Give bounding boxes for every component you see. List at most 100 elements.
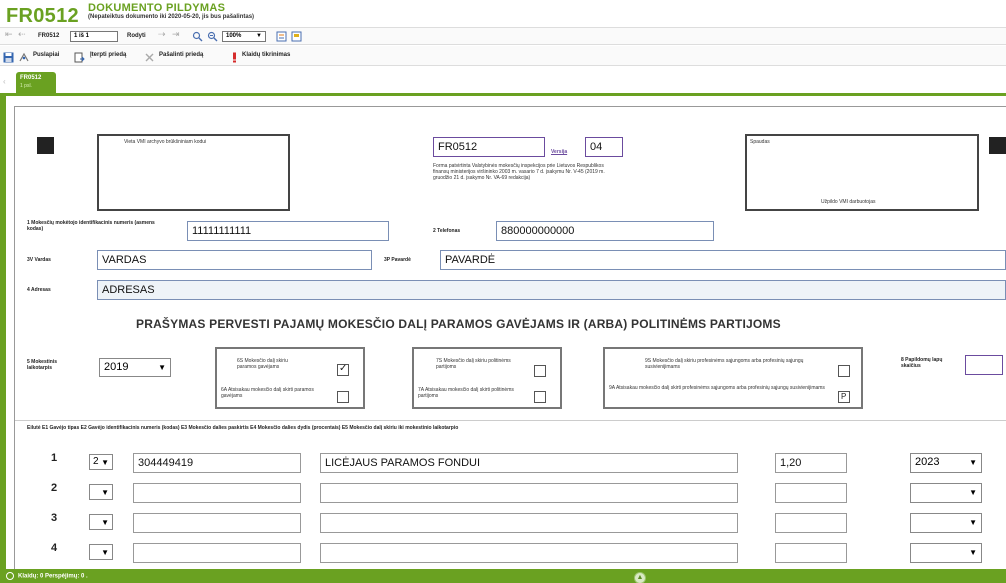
g7s-label: 7S Mokesčio dalį skiriu politinėms parti…	[436, 358, 511, 370]
g9a-checkbox[interactable]: P	[838, 391, 850, 403]
recipient-name-field[interactable]	[320, 513, 738, 533]
error-check-icon[interactable]	[229, 50, 240, 68]
prev-page-icon[interactable]: ⇠	[18, 29, 26, 40]
recipient-code-field[interactable]	[133, 543, 301, 563]
percent-field[interactable]	[775, 513, 847, 533]
percent-field[interactable]: 1,20	[775, 453, 847, 473]
alignment-mark-right	[989, 137, 1006, 154]
recipient-code-field[interactable]	[133, 513, 301, 533]
stamp-label: Spaudas	[750, 139, 770, 145]
next-page-icon[interactable]: ⇢	[158, 29, 166, 40]
save-icon[interactable]	[3, 50, 14, 68]
last-page-icon[interactable]: ⇥	[172, 29, 180, 40]
form-code-field[interactable]: FR0512	[433, 137, 545, 157]
phone-field[interactable]: 880000000000	[496, 221, 714, 241]
check-icon: ✓	[339, 363, 348, 374]
chevron-down-icon: ▼	[969, 518, 977, 527]
form-code-title: FR0512	[6, 5, 79, 27]
address-field[interactable]: ADRESAS	[97, 280, 1006, 300]
zoom-out-icon[interactable]	[207, 31, 218, 42]
request-heading: PRAŠYMAS PERVESTI PAJAMŲ MOKESČIO DALĮ P…	[136, 317, 781, 331]
print-preview-icon[interactable]	[276, 31, 287, 42]
g7s-checkbox[interactable]	[534, 365, 546, 377]
navigation-toolbar: ⇤ ⇠ FR0512 1 iš 1 Rodyti ⇢ ⇥ 100% ▼	[0, 27, 1006, 45]
insert-attachment-button[interactable]: Įterpti priedą	[90, 52, 126, 58]
error-check-button[interactable]: Klaidų tikrinimas	[242, 52, 290, 58]
chevron-down-icon: ▼	[101, 548, 109, 557]
form-approval-text: Forma patvirtinta Valstybinės mokesčių i…	[433, 163, 605, 181]
recipient-name-field[interactable]: LICĖJAUS PARAMOS FONDUI	[320, 453, 738, 473]
chevron-down-icon: ▼	[969, 488, 977, 497]
recipient-code-field[interactable]: 304449419	[133, 453, 301, 473]
year-select[interactable]: ▼	[910, 483, 982, 503]
row-number: 3	[51, 512, 58, 524]
phone-label: 2 Telefonas	[433, 228, 461, 234]
form-frame: Vieta VMI archyvo brūkšniniam kodui FR05…	[0, 93, 1006, 569]
row-number: 1	[51, 452, 58, 464]
year-select[interactable]: ▼	[910, 543, 982, 563]
percent-field[interactable]	[775, 483, 847, 503]
recipient-type-select[interactable]: ▼	[89, 484, 113, 500]
stamp-box: Spaudas Užpildo VMI darbuotojas	[745, 134, 979, 211]
chevron-down-icon: ▼	[969, 548, 977, 557]
tax-id-field[interactable]: 11111111111	[187, 221, 389, 241]
group-political-parties: 7S Mokesčio dalį skiriu politinėms parti…	[412, 347, 562, 409]
columns-label: Eilutė E1 Gavėjo tipas E2 Gavėjo identif…	[27, 425, 459, 431]
year-select[interactable]: 2023 ▼	[910, 453, 982, 473]
version-field[interactable]: 04	[585, 137, 623, 157]
group-trade-unions: 9S Mokesčio dalį skiriu profesinėms sąju…	[603, 347, 863, 409]
recipient-code-field[interactable]	[133, 483, 301, 503]
zoom-select[interactable]: 100% ▼	[222, 31, 266, 42]
show-label[interactable]: Rodyti	[127, 33, 146, 39]
page-title: DOKUMENTO PILDYMAS	[88, 2, 226, 14]
pages-count-field[interactable]	[965, 355, 1003, 375]
recipient-name-field[interactable]	[320, 483, 738, 503]
pages-icon[interactable]	[19, 50, 30, 68]
page-number-field[interactable]: 1 iš 1	[70, 31, 118, 42]
chevron-down-icon: ▼	[158, 363, 166, 372]
last-name-label: 3P Pavardė	[384, 257, 411, 263]
insert-attachment-icon[interactable]	[74, 50, 85, 68]
zoom-value: 100%	[226, 33, 242, 39]
tab-title: FR0512	[20, 75, 42, 81]
recipient-type-select[interactable]: 2 ▼	[89, 454, 113, 470]
action-toolbar: Puslapiai Įterpti priedą Pašalinti pried…	[0, 46, 1006, 66]
export-icon[interactable]	[291, 31, 302, 42]
toolbar-form-code: FR0512	[38, 33, 60, 39]
recipient-type-value: 2	[93, 456, 99, 467]
remove-attachment-button[interactable]: Pašalinti priedą	[159, 52, 203, 58]
g6a-label: 6A Atsisakau mokesčio dalį skirti paramo…	[221, 387, 314, 399]
tab-scroll-left-icon[interactable]: ‹	[3, 77, 6, 86]
first-name-field[interactable]: VARDAS	[97, 250, 372, 270]
last-name-field[interactable]: PAVARDĖ	[440, 250, 1006, 270]
tab-page-1[interactable]: FR0512 1 psl.	[16, 72, 56, 93]
g9s-label: 9S Mokesčio dalį skiriu profesinėms sąju…	[645, 358, 804, 370]
tax-id-label: 1 Mokesčių mokėtojo identifikacinis nume…	[27, 220, 155, 232]
info-icon	[6, 572, 14, 580]
g9s-checkbox[interactable]	[838, 365, 850, 377]
status-text: Klaidų: 0 Perspėjimų: 0 .	[18, 573, 88, 580]
percent-field[interactable]	[775, 543, 847, 563]
chevron-down-icon: ▼	[101, 458, 109, 467]
recipient-type-select[interactable]: ▼	[89, 544, 113, 560]
remove-attachment-icon[interactable]	[144, 50, 155, 68]
year-select[interactable]: ▼	[910, 513, 982, 533]
scroll-up-icon[interactable]: ▲	[634, 572, 646, 583]
g6a-checkbox[interactable]	[337, 391, 349, 403]
recipient-name-field[interactable]	[320, 543, 738, 563]
version-label: Versija	[551, 149, 568, 155]
period-label: 5 Mokestinis laikotarpis	[27, 359, 58, 371]
period-select[interactable]: 2019 ▼	[99, 358, 171, 377]
divider	[15, 420, 1006, 421]
g7a-checkbox[interactable]	[534, 391, 546, 403]
chevron-down-icon: ▼	[969, 458, 977, 467]
zoom-in-icon[interactable]	[192, 31, 203, 42]
g9a-label: 9A Atsisakau mokesčio dalį skirti profes…	[609, 385, 825, 391]
first-page-icon[interactable]: ⇤	[5, 29, 13, 40]
recipient-type-select[interactable]: ▼	[89, 514, 113, 530]
pages-button[interactable]: Puslapiai	[33, 52, 59, 58]
row-number: 4	[51, 542, 58, 554]
page-tabs: ‹ FR0512 1 psl.	[0, 67, 1006, 93]
g6s-checkbox[interactable]: ✓	[337, 363, 349, 376]
address-label: 4 Adresas	[27, 287, 51, 293]
